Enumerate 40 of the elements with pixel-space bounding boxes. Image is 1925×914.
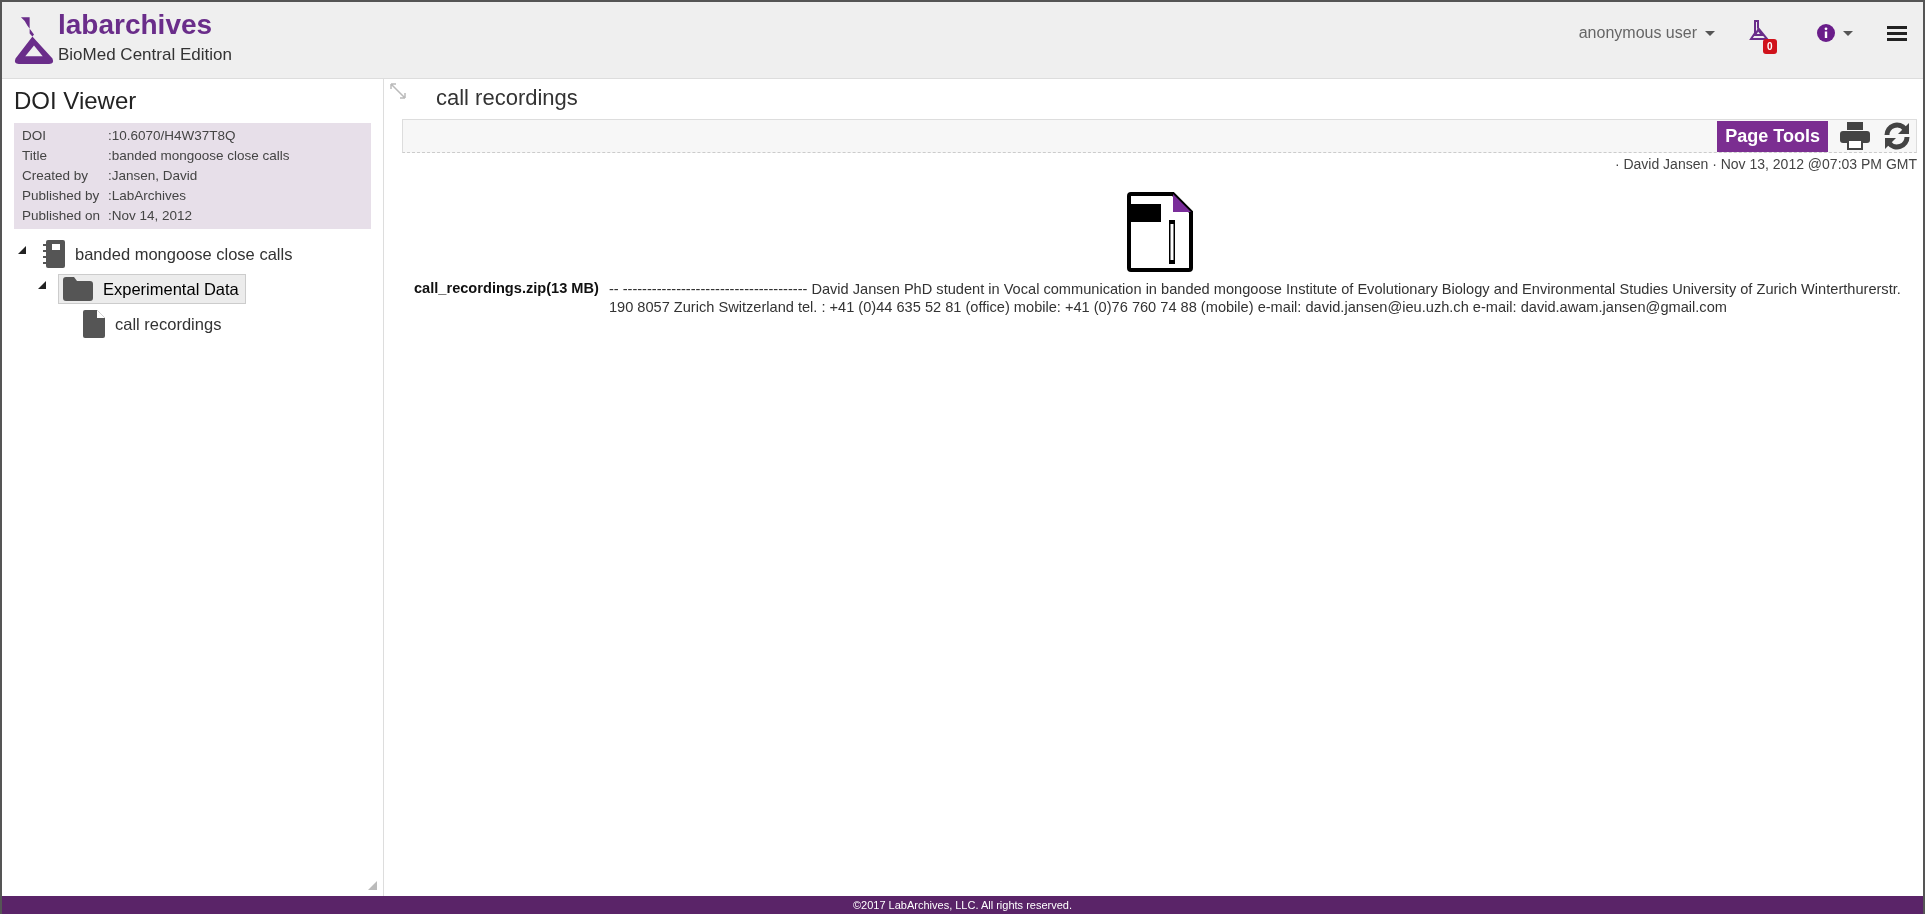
attachment-link[interactable]: call_recordings.zip(13 MB) xyxy=(414,280,599,316)
sidebar-title: DOI Viewer xyxy=(14,87,138,115)
folder-icon xyxy=(63,277,93,301)
detail-label: DOI xyxy=(22,127,47,145)
detail-value: :Jansen, David xyxy=(108,167,198,185)
notification-badge: 0 xyxy=(1763,39,1777,54)
menu-icon[interactable] xyxy=(1887,25,1907,41)
caret-icon xyxy=(1843,30,1853,36)
flask-icon xyxy=(1749,20,1769,42)
user-menu[interactable]: anonymous user xyxy=(1578,24,1715,42)
page-tools-button[interactable]: Page Tools xyxy=(1717,120,1828,152)
detail-value: :10.6070/H4W37T8Q xyxy=(108,127,236,145)
attachment-description: -- -------------------------------------- David Jansen PhD student in Vocal communication in banded mongoose Institute of Evolutionary Biology and Environmental Studies University of Zurich Winterthurerstr. 190 8057 Zurich Switzerland tel. : +41 (0)44 635 52 81 (office) mobile: +41 (0)76 760 74 88 (mobile) e-mail: david.jansen@ieu.uzh.ch e-mail: david.awam.jansen@gmail.com xyxy=(608,280,1902,316)
detail-value: :Nov 14, 2012 xyxy=(108,207,193,225)
refresh-icon[interactable] xyxy=(1882,122,1912,150)
tree-item[interactable]: Experimental Data xyxy=(58,274,246,304)
document-icon xyxy=(83,310,105,338)
caret-icon xyxy=(1705,30,1715,36)
detail-label: Title xyxy=(22,147,48,165)
expand-toggle-icon[interactable] xyxy=(18,246,26,254)
detail-value: :banded mongoose close calls xyxy=(108,147,290,165)
entry-meta: · David Jansen · Nov 13, 2012 @07:03 PM GMT xyxy=(1613,156,1917,172)
page-title: call recordings xyxy=(436,85,578,111)
info-menu[interactable] xyxy=(1817,24,1853,42)
copyright-text: ©2017 LabArchives, LLC. All rights reserved. xyxy=(852,899,1073,911)
zip-file-icon[interactable] xyxy=(1126,192,1193,272)
logo-text: labarchives xyxy=(58,9,214,41)
detail-label: Published by xyxy=(22,187,101,205)
notebook-icon xyxy=(43,240,65,268)
flask-button[interactable]: 0 xyxy=(1749,20,1783,58)
tree-item[interactable]: call recordings xyxy=(78,307,229,341)
info-icon xyxy=(1817,24,1835,42)
detail-label: Published on xyxy=(22,207,102,225)
expand-toggle-icon[interactable] xyxy=(38,281,46,289)
flask-logo-icon xyxy=(12,15,56,65)
detail-label: Created by xyxy=(22,167,90,185)
print-icon[interactable] xyxy=(1840,122,1870,150)
tree-item[interactable]: banded mongoose close calls xyxy=(38,237,300,271)
detail-value: :LabArchives xyxy=(108,187,187,205)
edition-text: BioMed Central Edition xyxy=(58,45,232,65)
